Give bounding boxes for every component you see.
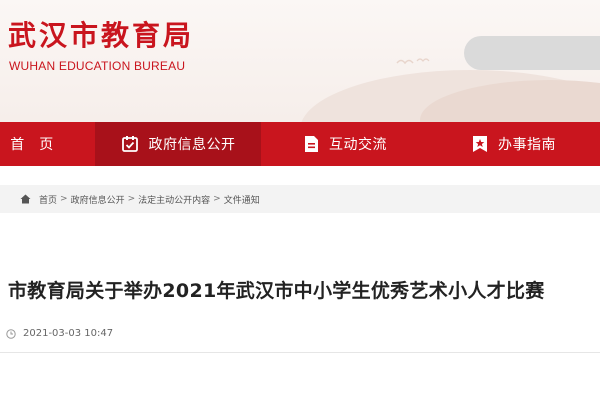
nav-item-guide[interactable]: 办事指南	[472, 122, 600, 166]
nav-item-home[interactable]: 首 页	[0, 122, 78, 166]
site-title[interactable]: 武汉市教育局	[8, 20, 194, 52]
breadcrumb: 首页 > 政府信息公开 > 法定主动公开内容 > 文件通知	[0, 185, 600, 213]
article-meta: 2021-03-03 10:47	[6, 328, 113, 339]
star-flag-icon	[473, 136, 487, 152]
nav-item-label: 互动交流	[329, 137, 387, 153]
breadcrumb-item-statutory[interactable]: 法定主动公开内容	[138, 193, 210, 206]
nav-item-gov-info[interactable]: 政府信息公开	[95, 122, 261, 166]
breadcrumb-separator: >	[60, 194, 68, 204]
clock-icon	[6, 328, 16, 339]
article-datetime: 2021-03-03 10:47	[23, 328, 114, 339]
search-input[interactable]	[464, 36, 600, 70]
article-title: 市教育局关于举办2021年武汉市中小学生优秀艺术小人才比赛	[8, 280, 545, 302]
nav-item-label: 办事指南	[498, 137, 556, 153]
checklist-icon	[121, 136, 138, 152]
birds-decoration-icon	[396, 58, 430, 65]
nav-item-label: 政府信息公开	[148, 137, 236, 153]
site-header: 武汉市教育局 WUHAN EDUCATION BUREAU	[0, 0, 600, 122]
breadcrumb-item-home[interactable]: 首页	[39, 193, 57, 206]
divider	[0, 352, 600, 353]
nav-item-label: 首 页	[10, 137, 54, 153]
breadcrumb-item-notices[interactable]: 文件通知	[224, 193, 260, 206]
main-nav: 首 页 政府信息公开 互动交流 办事指南	[0, 122, 600, 166]
breadcrumb-item-gov-info[interactable]: 政府信息公开	[71, 193, 125, 206]
breadcrumb-separator: >	[213, 194, 221, 204]
site-subtitle: WUHAN EDUCATION BUREAU	[9, 59, 186, 73]
nav-item-interaction[interactable]: 互动交流	[304, 122, 424, 166]
document-icon	[305, 136, 318, 152]
home-icon	[20, 194, 31, 204]
breadcrumb-separator: >	[127, 194, 136, 204]
